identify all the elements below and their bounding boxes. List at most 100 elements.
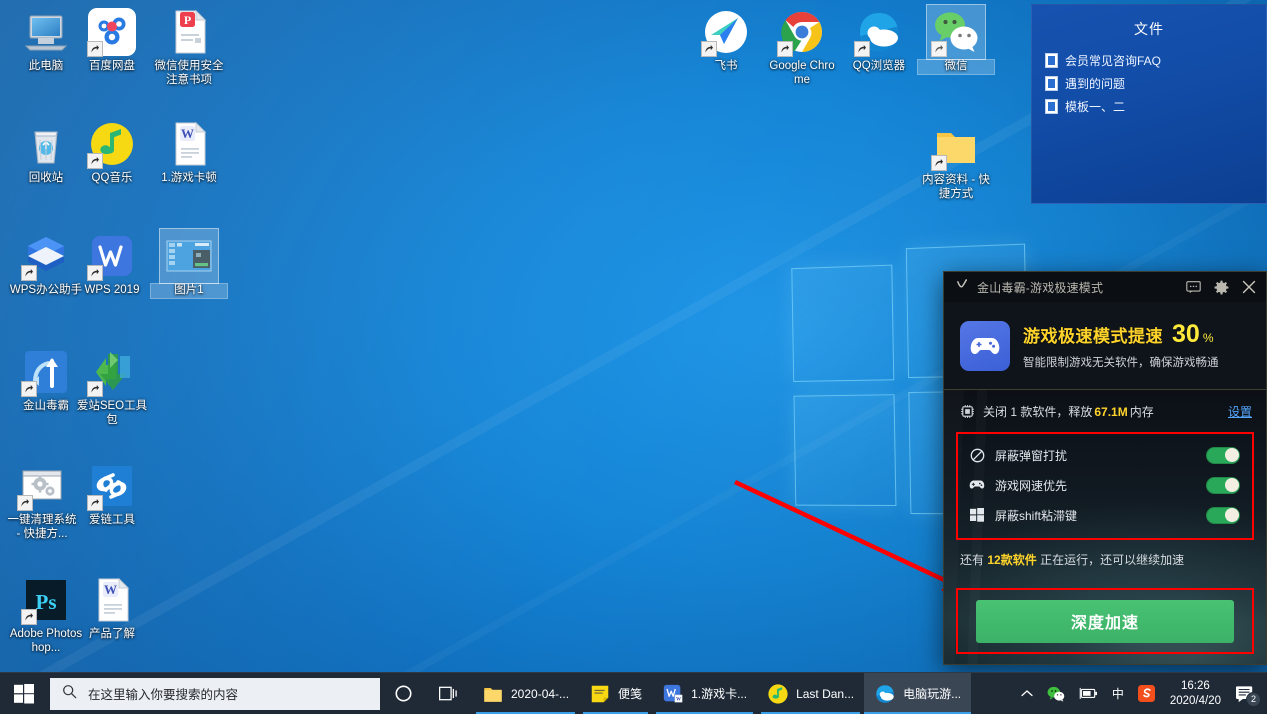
close-icon[interactable]	[1242, 280, 1256, 294]
shortcut-overlay-icon	[17, 495, 33, 511]
desktop-icon[interactable]: WPS 2019	[74, 232, 150, 298]
desktop-icon-label: 金山毒霸	[23, 400, 69, 412]
desktop-icon[interactable]: Ps Adobe Photoshop...	[8, 576, 84, 655]
shortcut-overlay-icon	[87, 265, 103, 281]
aizhan-seo-icon	[87, 348, 136, 397]
windows-start-icon[interactable]	[0, 673, 48, 714]
pdf-doc-icon: P	[165, 8, 213, 56]
memory-value: 67.1M	[1094, 404, 1128, 419]
desktop-icon[interactable]: 微信	[917, 4, 995, 75]
taskbar-task[interactable]: 便笺	[579, 673, 652, 714]
popup-title: 金山毒霸-游戏极速模式	[977, 280, 1104, 295]
action-center-icon[interactable]: 2	[1233, 673, 1267, 714]
memory-settings-link[interactable]: 设置	[1228, 403, 1252, 420]
battery-icon[interactable]	[1072, 673, 1105, 714]
desktop-icon[interactable]: 一键清理系统 - 快捷方...	[4, 462, 80, 541]
desktop-icon-label: 一键清理系统 - 快捷方...	[7, 514, 77, 540]
files-widget-item-label: 遇到的问题	[1065, 77, 1126, 91]
taskbar-clock[interactable]: 16:26 2020/4/20	[1162, 679, 1233, 709]
hero-unit: %	[1202, 330, 1214, 345]
popup-toggle-switch[interactable]	[1206, 446, 1240, 464]
shortcut-overlay-icon	[87, 153, 103, 169]
desktop-icon-label: 爱链工具	[89, 514, 135, 526]
desktop-icon[interactable]: QQ音乐	[74, 120, 150, 186]
document-icon	[1045, 53, 1058, 68]
gamepad-small-icon	[968, 479, 986, 491]
desktop-icon-label: 微信使用安全注意书项	[154, 60, 224, 86]
desktop-screen: 此电脑 百度网盘 P 微信使用安全注意书项 回收站 QQ音乐 W 1.游戏卡顿 WPS办公助手 W…	[0, 0, 1267, 714]
clock-time: 16:26	[1181, 679, 1210, 692]
folder-icon	[931, 122, 980, 171]
baidu-netdisk-icon	[87, 8, 136, 57]
taskbar-task[interactable]: W 1.游戏卡...	[652, 673, 757, 714]
desktop-icon[interactable]: W 1.游戏卡顿	[151, 120, 227, 186]
taskbar-task[interactable]: Last Dan...	[757, 673, 864, 714]
memory-prefix: 关闭 1 款软件，释放	[983, 405, 1093, 419]
popup-toggle-row[interactable]: 屏蔽弹窗打扰	[964, 440, 1246, 470]
wps-writer-icon: W	[662, 683, 684, 705]
running-note-highlight: 12款软件	[987, 553, 1037, 567]
taskbar-task[interactable]: 2020-04-...	[472, 673, 579, 714]
chrome-icon	[777, 8, 826, 57]
qq-music-icon	[87, 120, 136, 169]
deep-accelerate-highlight: 深度加速	[956, 588, 1254, 654]
kingsoft-game-mode-popup: 金山毒霸-游戏极速模式 游戏极速模式提速 30 % 智能限制游戏无关软件，确保游…	[943, 271, 1267, 665]
files-widget-item-label: 模板一、二	[1065, 100, 1126, 114]
shortcut-overlay-icon	[21, 609, 37, 625]
taskbar-task-label: 电脑玩游...	[903, 687, 962, 701]
files-widget-item[interactable]: 会员常见咨询FAQ	[1032, 49, 1266, 72]
svg-text:W: W	[104, 582, 117, 597]
popup-hero: 游戏极速模式提速 30 % 智能限制游戏无关软件，确保游戏畅通	[944, 302, 1266, 390]
svg-text:W: W	[181, 126, 194, 141]
wechat-tray-icon[interactable]	[1040, 673, 1072, 714]
popup-toggle-switch[interactable]	[1206, 506, 1240, 524]
desktop-icon[interactable]: 金山毒霸	[8, 348, 84, 414]
desktop-icon[interactable]: 此电脑	[8, 8, 84, 74]
popup-toggle-row[interactable]: 屏蔽shift粘滞键	[964, 500, 1246, 530]
desktop-icon-label: 爱站SEO工具包	[76, 400, 148, 426]
sogou-icon[interactable]	[1131, 673, 1162, 714]
desktop-icon[interactable]: 内容资料 - 快捷方式	[918, 122, 994, 201]
taskbar-task-label: Last Dan...	[796, 686, 855, 701]
kingsoft-check-icon	[955, 278, 970, 296]
desktop-icon[interactable]: WPS办公助手	[8, 232, 84, 298]
desktop-icon[interactable]: 图片1	[150, 228, 228, 299]
task-view-icon[interactable]	[426, 673, 472, 714]
svg-text:Ps: Ps	[36, 590, 57, 614]
running-note-prefix: 还有	[960, 553, 985, 567]
desktop-icon[interactable]: 飞书	[688, 8, 764, 74]
deep-accelerate-button[interactable]: 深度加速	[976, 599, 1234, 643]
desktop-icon[interactable]: 爱链工具	[74, 462, 150, 528]
desktop-icon-label: 飞书	[714, 60, 738, 72]
desktop-icon-label: 百度网盘	[89, 60, 135, 72]
comment-icon[interactable]	[1186, 280, 1201, 294]
taskbar-task[interactable]: 电脑玩游...	[864, 672, 972, 714]
wps-assist-icon	[21, 232, 70, 281]
popup-titlebar: 金山毒霸-游戏极速模式	[944, 272, 1266, 302]
memory-suffix: 内存	[1129, 405, 1154, 419]
desktop-icon-label: 此电脑	[28, 60, 64, 72]
chevron-up-icon[interactable]	[1014, 673, 1040, 714]
shortcut-overlay-icon	[701, 41, 717, 57]
files-widget-item[interactable]: 遇到的问题	[1032, 72, 1266, 95]
desktop-icon-label: 回收站	[28, 172, 64, 184]
desktop-icon[interactable]: W 产品了解	[74, 576, 150, 642]
popup-toggle-switch[interactable]	[1206, 476, 1240, 494]
desktop-icon[interactable]: Google Chrome	[764, 8, 840, 87]
desktop-icon-label: WPS办公助手	[9, 284, 83, 296]
popup-toggle-row[interactable]: 游戏网速优先	[964, 470, 1246, 500]
desktop-icon[interactable]: 回收站	[8, 120, 84, 186]
desktop-icon[interactable]: 百度网盘	[74, 8, 150, 74]
taskbar-task-label: 1.游戏卡...	[691, 687, 748, 701]
ime-chinese-icon[interactable]: 中	[1105, 673, 1131, 714]
shortcut-overlay-icon	[21, 381, 37, 397]
desktop-icon[interactable]: 爱站SEO工具包	[74, 348, 150, 427]
desktop-icon[interactable]: QQ浏览器	[841, 8, 917, 74]
files-widget-item[interactable]: 模板一、二	[1032, 95, 1266, 118]
desktop-icon[interactable]: P 微信使用安全注意书项	[151, 8, 227, 87]
search-input[interactable]: 在这里输入你要搜索的内容	[50, 677, 380, 710]
desktop-icon-label: 1.游戏卡顿	[161, 172, 217, 184]
taskbar-task-label: 2020-04-...	[511, 686, 570, 701]
cortana-circle-icon[interactable]	[380, 673, 426, 714]
gear-icon[interactable]	[1214, 280, 1229, 295]
